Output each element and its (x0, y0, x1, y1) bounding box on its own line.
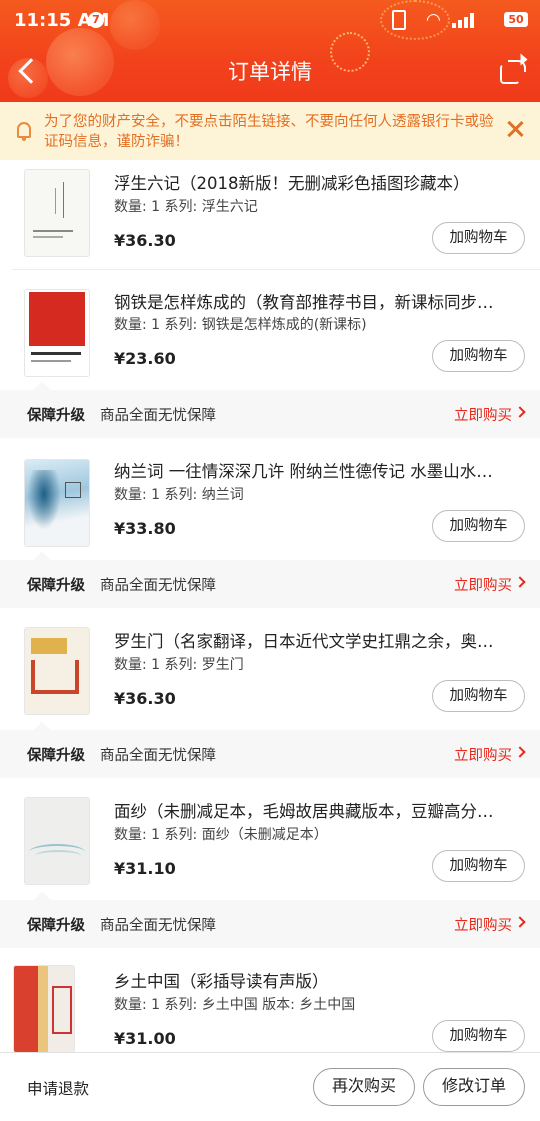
product-price: ¥31.10 (114, 859, 176, 878)
guarantee-desc: 商品全面无忧保障 (100, 918, 216, 934)
sim-icon (392, 10, 406, 30)
signal-icon (452, 12, 476, 28)
close-icon[interactable] (505, 119, 525, 139)
guarantee-label: 保障升级 (27, 918, 85, 934)
book-cover-gangtie[interactable] (25, 290, 89, 376)
wifi-icon: ◠ (426, 10, 441, 30)
buy-now-link[interactable]: 立即购买 (454, 914, 512, 935)
warning-text: 为了您的财产安全，不要点击陌生链接、不要向任何人透露银行卡或验证码信息，谨防诈骗… (44, 114, 494, 150)
guarantee-row[interactable]: 保障升级 商品全面无忧保障 立即购买 (0, 891, 540, 948)
guarantee-row[interactable]: 保障升级 商品全面无忧保障 立即购买 (0, 381, 540, 438)
guarantee-label: 保障升级 (27, 408, 85, 424)
book-cover-fusheng-liuji[interactable] (25, 170, 89, 256)
list-item[interactable]: 乡土中国（彩插导读有声版） 数量: 1 系列: 乡土中国 版本: 乡土中国 ¥3… (0, 948, 540, 1052)
product-meta: 数量: 1 系列: 钢铁是怎样炼成的(新课标) (114, 317, 367, 333)
bottom-action-bar: 申请退款 再次购买 修改订单 (0, 1052, 540, 1121)
add-to-cart-button[interactable]: 加购物车 (432, 850, 525, 882)
book-cover-luoshengmen[interactable] (25, 628, 89, 714)
product-meta: 数量: 1 系列: 纳兰词 (114, 487, 244, 503)
guarantee-desc: 商品全面无忧保障 (100, 408, 216, 424)
status-bar: 11:15 AM 7 ◠ 50 (0, 0, 540, 40)
book-cover-xiangtu-zhongguo[interactable] (14, 966, 74, 1052)
page-title: 订单详情 (228, 60, 312, 84)
list-item[interactable]: 纳兰词 一往情深深几许 附纳兰性德传记 水墨山水… 数量: 1 系列: 纳兰词 … (0, 438, 540, 560)
product-title[interactable]: 纳兰词 一往情深深几许 附纳兰性德传记 水墨山水… (114, 458, 520, 482)
product-meta: 数量: 1 系列: 浮生六记 (114, 199, 258, 215)
add-to-cart-button[interactable]: 加购物车 (432, 1020, 525, 1052)
header: 11:15 AM 7 ◠ 50 订单详情 (0, 0, 540, 102)
chevron-right-icon[interactable] (514, 406, 526, 418)
guarantee-desc: 商品全面无忧保障 (100, 748, 216, 764)
buy-now-link[interactable]: 立即购买 (454, 744, 512, 765)
product-price: ¥36.30 (114, 689, 176, 708)
add-to-cart-button[interactable]: 加购物车 (432, 510, 525, 542)
product-price: ¥23.60 (114, 349, 176, 368)
share-icon[interactable] (500, 60, 526, 84)
add-to-cart-button[interactable]: 加购物车 (432, 222, 525, 254)
book-cover-nalan-ci[interactable] (25, 460, 89, 546)
buy-now-link[interactable]: 立即购买 (454, 404, 512, 425)
chevron-right-icon[interactable] (514, 746, 526, 758)
list-item[interactable]: 罗生门（名家翻译，日本近代文学史扛鼎之余，奥… 数量: 1 系列: 罗生门 ¥3… (0, 608, 540, 730)
guarantee-label: 保障升级 (27, 578, 85, 594)
list-item[interactable]: 钢铁是怎样炼成的（教育部推荐书目，新课标同步… 数量: 1 系列: 钢铁是怎样炼… (0, 270, 540, 390)
battery-icon: 50 (504, 12, 528, 27)
guarantee-desc: 商品全面无忧保障 (100, 578, 216, 594)
modify-order-button[interactable]: 修改订单 (423, 1068, 525, 1106)
chevron-right-icon[interactable] (514, 576, 526, 588)
guarantee-row[interactable]: 保障升级 商品全面无忧保障 立即购买 (0, 721, 540, 778)
add-to-cart-button[interactable]: 加购物车 (432, 340, 525, 372)
refund-link[interactable]: 申请退款 (27, 1077, 89, 1099)
product-meta: 数量: 1 系列: 面纱（未删减足本） (114, 827, 328, 843)
buy-now-link[interactable]: 立即购买 (454, 574, 512, 595)
security-warning-banner: 为了您的财产安全，不要点击陌生链接、不要向任何人透露银行卡或验证码信息，谨防诈骗… (0, 102, 540, 160)
product-title[interactable]: 面纱（未删减足本，毛姆故居典藏版本，豆瓣高分… (114, 798, 520, 822)
product-title[interactable]: 钢铁是怎样炼成的（教育部推荐书目，新课标同步… (114, 289, 520, 313)
rebuy-button[interactable]: 再次购买 (313, 1068, 415, 1106)
product-title[interactable]: 罗生门（名家翻译，日本近代文学史扛鼎之余，奥… (114, 628, 520, 652)
chevron-right-icon[interactable] (514, 916, 526, 928)
book-cover-miansha[interactable] (25, 798, 89, 884)
list-item[interactable]: 浮生六记（2018新版！无删减彩色插图珍藏本） 数量: 1 系列: 浮生六记 ¥… (0, 160, 540, 270)
notification-badge: 7 (88, 12, 104, 28)
product-price: ¥33.80 (114, 519, 176, 538)
guarantee-label: 保障升级 (27, 748, 85, 764)
bell-icon (17, 122, 31, 141)
product-price: ¥36.30 (114, 231, 176, 250)
list-item[interactable]: 面纱（未删减足本，毛姆故居典藏版本，豆瓣高分… 数量: 1 系列: 面纱（未删减… (0, 778, 540, 900)
guarantee-row[interactable]: 保障升级 商品全面无忧保障 立即购买 (0, 551, 540, 608)
product-price: ¥31.00 (114, 1029, 176, 1048)
product-title[interactable]: 乡土中国（彩插导读有声版） (114, 968, 520, 992)
product-meta: 数量: 1 系列: 乡土中国 版本: 乡土中国 (114, 997, 356, 1013)
product-meta: 数量: 1 系列: 罗生门 (114, 657, 244, 673)
product-title[interactable]: 浮生六记（2018新版！无删减彩色插图珍藏本） (114, 170, 520, 194)
add-to-cart-button[interactable]: 加购物车 (432, 680, 525, 712)
